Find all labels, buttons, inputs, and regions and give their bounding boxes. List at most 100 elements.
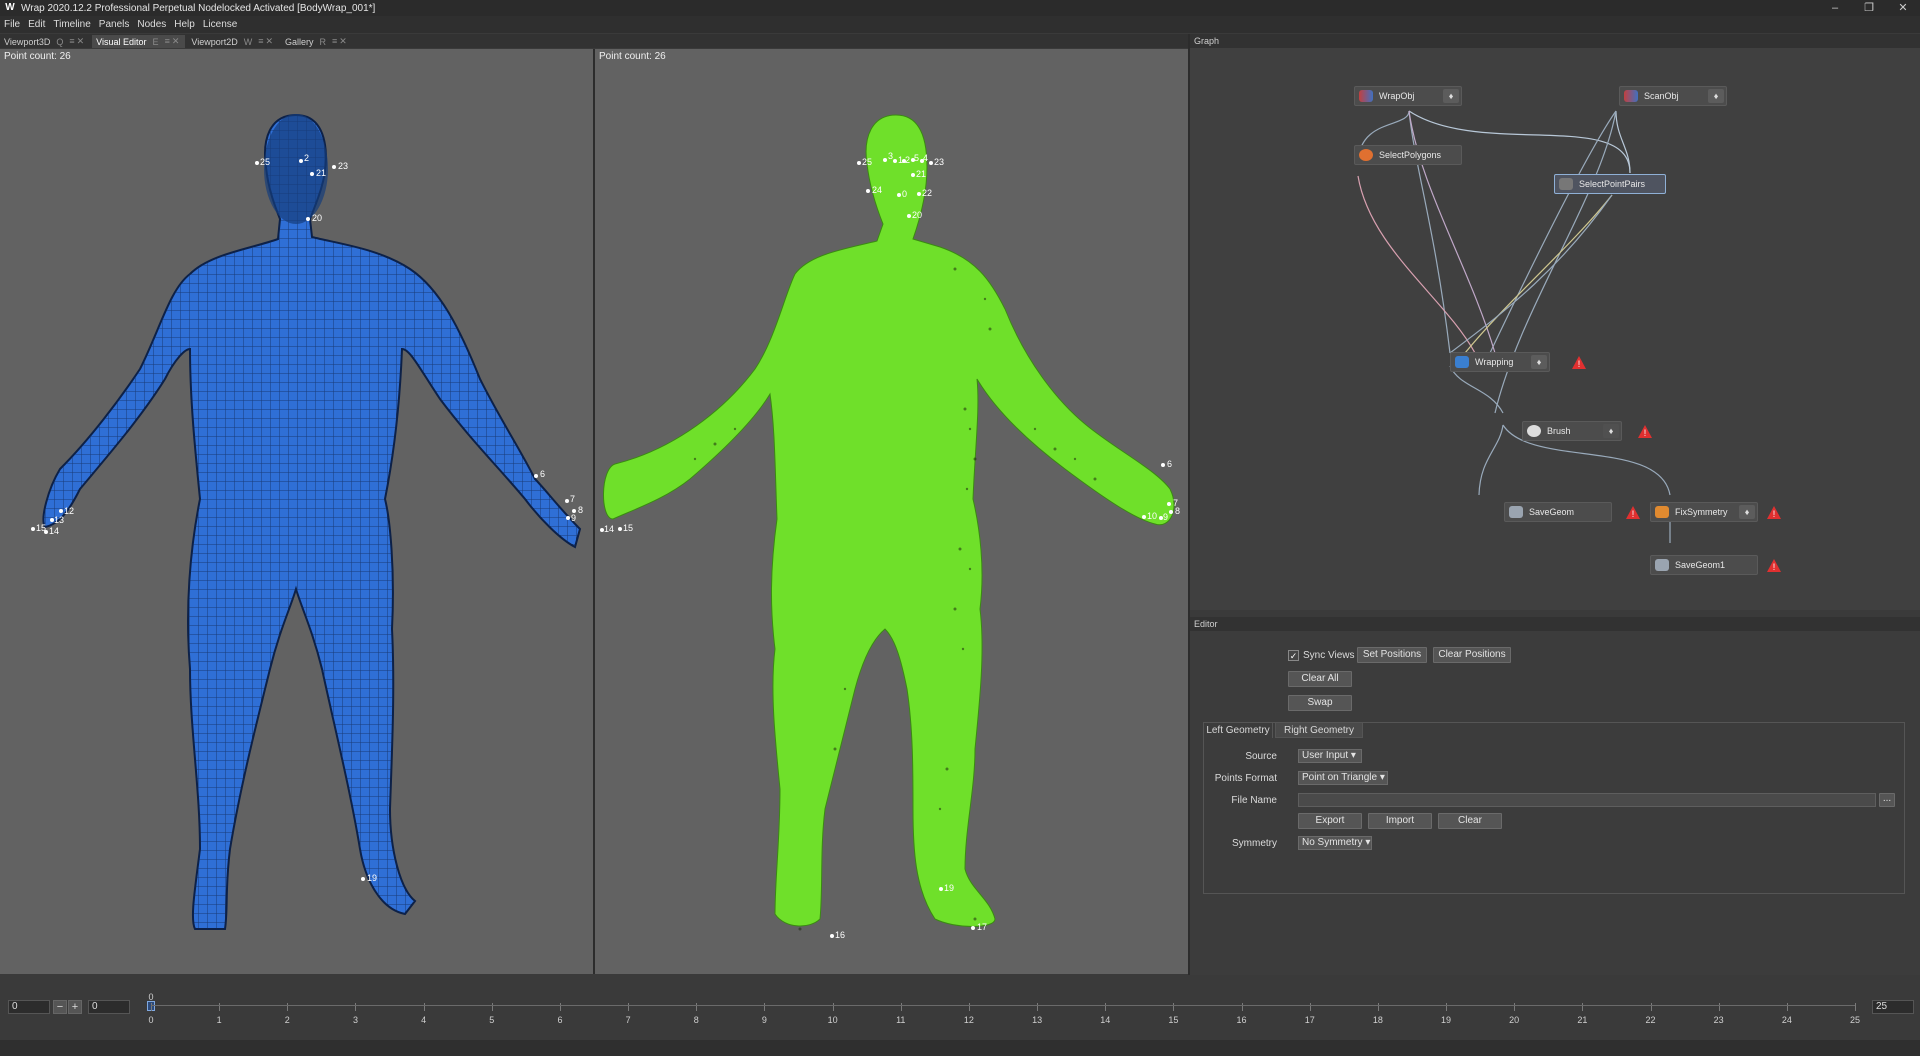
clear-button[interactable]: Clear (1438, 813, 1502, 829)
browse-button[interactable]: ... (1879, 793, 1895, 807)
points-format-dropdown[interactable]: Point on Triangle ▾ (1298, 771, 1388, 785)
timeline-end-input[interactable]: 25 (1872, 1000, 1914, 1014)
source-dropdown[interactable]: User Input ▾ (1298, 749, 1362, 763)
timeline-tick-label: 12 (963, 1015, 974, 1025)
tab-menu-icon[interactable]: ≡✕ (332, 36, 349, 47)
window-title: Wrap 2020.12.2 Professional Perpetual No… (21, 2, 376, 14)
svg-text:24: 24 (872, 185, 882, 195)
timeline-tick-label: 5 (489, 1015, 495, 1025)
svg-text:5: 5 (914, 153, 919, 163)
timeline-tick-label: 16 (1236, 1015, 1247, 1025)
select-polygons-icon (1359, 149, 1373, 161)
graph-panel[interactable]: WrapObj ♦ ScanObj ♦ SelectPolygons Selec… (1190, 48, 1920, 610)
tab-left-geometry[interactable]: Left Geometry (1203, 722, 1273, 738)
save-geom-icon (1509, 506, 1523, 518)
decrement-frame-button[interactable]: − (53, 1000, 67, 1014)
warning-icon: ! (1626, 506, 1640, 519)
clear-positions-button[interactable]: Clear Positions (1433, 647, 1511, 663)
clear-all-button[interactable]: Clear All (1288, 671, 1352, 687)
tab-menu-icon[interactable]: ≡✕ (165, 36, 182, 47)
visibility-bulb-icon[interactable]: ♦ (1739, 505, 1755, 519)
timeline-current-input[interactable]: 0 (88, 1000, 130, 1014)
app-logo-icon: W (5, 2, 15, 13)
menu-timeline[interactable]: Timeline (53, 19, 90, 30)
right-geometry-viewport[interactable]: Point count: 26 25 3 1 2 5 4 23 21 24 0 … (595, 49, 1188, 974)
graph-panel-title: Graph (1190, 34, 1920, 48)
restore-icon[interactable]: ❐ (1852, 0, 1886, 16)
node-selectpointpairs[interactable]: SelectPointPairs (1554, 174, 1666, 194)
source-label: Source (1245, 751, 1277, 762)
menu-panels[interactable]: Panels (99, 19, 130, 30)
menu-nodes[interactable]: Nodes (137, 19, 166, 30)
timeline-start-input[interactable]: 0 (8, 1000, 50, 1014)
svg-text:!: ! (1578, 359, 1581, 369)
tab-label: Viewport2D (191, 36, 238, 47)
symmetry-dropdown[interactable]: No Symmetry ▾ (1298, 836, 1372, 850)
tab-visual-editor[interactable]: Visual Editor E ≡✕ (92, 35, 186, 48)
node-wrapobj[interactable]: WrapObj ♦ (1354, 86, 1462, 106)
menu-bar: File Edit Timeline Panels Nodes Help Lic… (0, 16, 1920, 33)
increment-frame-button[interactable]: + (68, 1000, 82, 1014)
tab-gallery[interactable]: Gallery R ≡✕ (281, 35, 353, 48)
node-savegeom[interactable]: SaveGeom (1504, 502, 1612, 522)
svg-text:23: 23 (934, 157, 944, 167)
svg-text:13: 13 (54, 515, 64, 525)
svg-text:12: 12 (64, 506, 74, 516)
menu-help[interactable]: Help (174, 19, 195, 30)
graph-connections (1357, 110, 1671, 543)
svg-text:20: 20 (912, 210, 922, 220)
node-label: WrapObj (1379, 91, 1415, 101)
tab-menu-icon[interactable]: ≡✕ (258, 36, 275, 47)
editor-panel: ✓ Sync Views Set Positions Clear Positio… (1190, 631, 1920, 975)
visibility-bulb-icon[interactable]: ♦ (1708, 89, 1724, 103)
svg-text:8: 8 (578, 505, 583, 515)
set-positions-button[interactable]: Set Positions (1357, 647, 1427, 663)
node-selectpolygons[interactable]: SelectPolygons (1354, 145, 1462, 165)
tab-shortcut: E (152, 36, 159, 47)
swap-button[interactable]: Swap (1288, 695, 1352, 711)
menu-license[interactable]: License (203, 19, 237, 30)
blue-mesh-figure: 25 2 21 23 20 6 7 8 9 12 13 15 14 19 (31, 113, 583, 930)
import-button[interactable]: Import (1368, 813, 1432, 829)
svg-text:!: ! (1773, 562, 1776, 572)
timeline-tick-label: 9 (761, 1015, 767, 1025)
tab-label: Visual Editor (96, 36, 147, 47)
node-scanobj[interactable]: ScanObj ♦ (1619, 86, 1727, 106)
svg-text:9: 9 (1163, 512, 1168, 522)
sync-views-checkbox[interactable]: ✓ (1288, 650, 1299, 661)
tab-right-geometry[interactable]: Right Geometry (1275, 722, 1363, 738)
timeline-tick-label: 17 (1304, 1015, 1315, 1025)
status-bar (0, 1040, 1920, 1056)
svg-text:21: 21 (916, 169, 926, 179)
timeline-tick-label: 0 (148, 1015, 154, 1025)
svg-text:6: 6 (540, 469, 545, 479)
node-brush[interactable]: Brush ♦ (1522, 421, 1622, 441)
timeline-tick-label: 21 (1577, 1015, 1588, 1025)
visibility-bulb-icon[interactable]: ♦ (1531, 355, 1547, 369)
svg-text:16: 16 (835, 930, 845, 940)
timeline-tick-label: 7 (625, 1015, 631, 1025)
node-savegeom1[interactable]: SaveGeom1 (1650, 555, 1758, 575)
warning-icon: ! (1572, 356, 1586, 369)
export-button[interactable]: Export (1298, 813, 1362, 829)
timeline-tick-label: 19 (1441, 1015, 1452, 1025)
symmetry-value: No Symmetry (1302, 837, 1363, 848)
tab-viewport3d[interactable]: Viewport3D Q ≡✕ (0, 35, 91, 48)
node-wrapping[interactable]: Wrapping ♦ (1450, 352, 1550, 372)
file-name-input[interactable] (1298, 793, 1876, 807)
close-icon[interactable]: ✕ (1886, 0, 1920, 16)
menu-edit[interactable]: Edit (28, 19, 45, 30)
symmetry-label: Symmetry (1232, 838, 1277, 849)
tab-menu-icon[interactable]: ≡✕ (69, 36, 86, 47)
node-fixsymmetry[interactable]: FixSymmetry ♦ (1650, 502, 1758, 522)
menu-file[interactable]: File (4, 19, 20, 30)
tab-viewport2d[interactable]: Viewport2D W ≡✕ (187, 35, 280, 48)
left-geometry-viewport[interactable]: Point count: 26 25 2 21 23 20 6 7 8 9 12… (0, 49, 593, 974)
svg-text:2: 2 (905, 155, 910, 165)
timeline-tick-label: 25 (1849, 1015, 1861, 1025)
minimize-icon[interactable]: – (1818, 0, 1852, 16)
title-bar: W Wrap 2020.12.2 Professional Perpetual … (0, 0, 1920, 16)
node-label: FixSymmetry (1675, 507, 1728, 517)
visibility-bulb-icon[interactable]: ♦ (1443, 89, 1459, 103)
visibility-bulb-icon[interactable]: ♦ (1603, 424, 1619, 438)
